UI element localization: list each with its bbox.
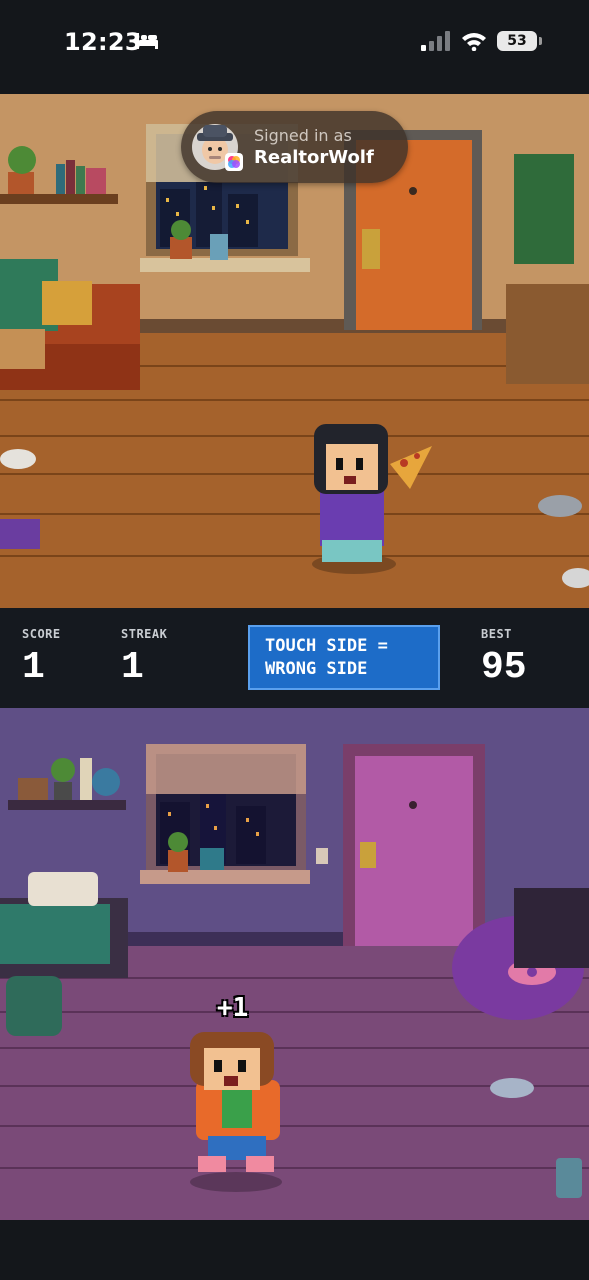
status-time: 12:23	[64, 28, 142, 56]
game-center-icon	[225, 153, 243, 171]
rule-hint-line1: TOUCH SIDE =	[265, 636, 388, 656]
streak-value: 1	[121, 646, 144, 689]
status-indicators: 53	[421, 31, 542, 51]
bottom-room-scene[interactable]	[0, 708, 589, 1220]
best-value: 95	[481, 646, 527, 689]
desk	[514, 888, 589, 968]
battery-icon: 53	[497, 31, 542, 51]
game-center-signin-toast: Signed in as RealtorWolf	[181, 111, 408, 183]
rule-hint-box: TOUCH SIDE = WRONG SIDE	[248, 625, 440, 690]
battery-level: 53	[507, 33, 527, 49]
score-popup: +1	[217, 993, 249, 1023]
cellular-signal-icon	[421, 31, 450, 51]
bottom-bar	[0, 1220, 589, 1280]
coat	[514, 154, 574, 264]
score-value: 1	[22, 646, 45, 689]
rule-hint-line2: WRONG SIDE	[265, 659, 368, 679]
streak-label: STREAK	[121, 627, 168, 641]
wall-shelf	[0, 194, 118, 204]
best-label: BEST	[481, 627, 512, 641]
wifi-icon	[462, 33, 486, 51]
sleep-bed-icon	[136, 33, 158, 49]
score-label: SCORE	[22, 627, 61, 641]
signin-username: RealtorWolf	[254, 147, 374, 168]
status-bar: 12:23 53	[0, 0, 589, 94]
wall-shelf	[8, 800, 126, 810]
backpack	[6, 976, 62, 1036]
shoe-rack	[506, 284, 589, 384]
bottom-room-art	[0, 708, 589, 1220]
signin-caption: Signed in as	[254, 126, 352, 145]
game-hud: SCORE 1 STREAK 1 TOUCH SIDE = WRONG SIDE…	[0, 608, 589, 708]
